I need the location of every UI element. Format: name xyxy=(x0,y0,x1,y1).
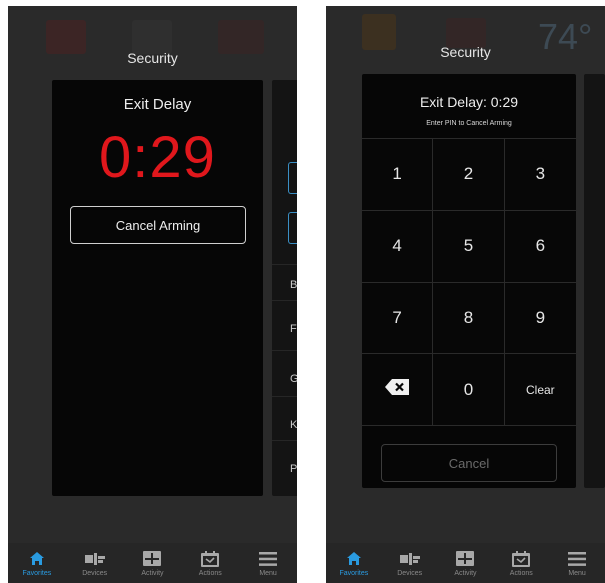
nav-activity-label: Activity xyxy=(141,569,164,577)
screen-title: Security xyxy=(127,50,178,66)
background-tile xyxy=(218,20,264,54)
keypad-key-6[interactable]: 6 xyxy=(504,210,576,283)
nav-menu-label: Menu xyxy=(259,569,277,577)
nav-activity-label: Activity xyxy=(454,569,477,577)
bottom-nav: Favorites Devices Activity Actions Menu xyxy=(8,543,297,583)
nav-devices[interactable]: Devices xyxy=(69,550,121,577)
keypad-key-7[interactable]: 7 xyxy=(362,282,434,355)
keypad-key-4[interactable]: 4 xyxy=(362,210,434,283)
keypad-key-2[interactable]: 2 xyxy=(433,139,505,211)
side-panel-input[interactable] xyxy=(288,212,297,244)
activity-icon xyxy=(143,550,162,568)
pin-panel-subtitle: Enter PIN to Cancel Arming xyxy=(426,120,512,127)
nav-actions-label: Actions xyxy=(198,569,222,577)
nav-actions[interactable]: Actions xyxy=(495,550,547,577)
side-panel-input[interactable] xyxy=(288,162,297,194)
side-panel-row-label: F xyxy=(290,323,297,335)
actions-icon xyxy=(201,550,220,568)
exit-delay-panel: Exit Delay 0:29 Cancel Arming xyxy=(52,80,263,496)
side-panel-row[interactable]: F xyxy=(272,300,297,336)
cancel-button[interactable]: Cancel xyxy=(381,444,557,482)
side-panel-row[interactable]: P xyxy=(272,440,297,476)
home-icon xyxy=(346,550,362,568)
side-panel-row-label: P xyxy=(290,463,297,475)
backspace-icon xyxy=(385,379,410,400)
nav-favorites-label: Favorites xyxy=(22,569,52,577)
side-panel-row-label: B xyxy=(290,279,297,291)
phone-screen-left: Security Exit Delay 0:29 Cancel Arming B… xyxy=(8,6,297,583)
actions-icon xyxy=(512,550,531,568)
cancel-arming-button[interactable]: Cancel Arming xyxy=(70,206,246,244)
background-security-tile xyxy=(46,20,86,54)
side-panel xyxy=(584,74,605,488)
keypad: 1 2 3 4 5 6 7 8 9 0 Clear xyxy=(362,138,576,426)
keypad-key-5[interactable]: 5 xyxy=(433,210,505,283)
screen-title: Security xyxy=(440,44,491,60)
keypad-key-0[interactable]: 0 xyxy=(433,354,505,426)
nav-menu[interactable]: Menu xyxy=(551,550,603,577)
side-panel-row-label: G xyxy=(290,373,297,385)
countdown-timer: 0:29 xyxy=(99,125,216,190)
nav-devices[interactable]: Devices xyxy=(384,550,436,577)
keypad-backspace-button[interactable] xyxy=(362,354,434,426)
keypad-key-8[interactable]: 8 xyxy=(433,282,505,355)
devices-icon xyxy=(399,550,421,568)
nav-devices-label: Devices xyxy=(397,569,423,577)
side-panel-row[interactable]: G xyxy=(272,350,297,386)
menu-icon xyxy=(259,550,278,568)
devices-icon xyxy=(84,550,106,568)
pin-panel-title: Exit Delay: 0:29 xyxy=(419,94,519,110)
nav-activity[interactable]: Activity xyxy=(439,550,491,577)
menu-icon xyxy=(568,550,587,568)
nav-favorites[interactable]: Favorites xyxy=(11,550,63,577)
side-panel-row-label: K xyxy=(290,419,297,431)
nav-actions[interactable]: Actions xyxy=(184,550,236,577)
background-tile xyxy=(132,20,172,54)
activity-icon xyxy=(456,550,475,568)
nav-menu[interactable]: Menu xyxy=(242,550,294,577)
keypad-key-9[interactable]: 9 xyxy=(504,282,576,355)
nav-actions-label: Actions xyxy=(509,569,533,577)
nav-favorites[interactable]: Favorites xyxy=(328,550,380,577)
side-panel-row[interactable]: K xyxy=(272,396,297,432)
phone-screen-right: 74° Security Exit Delay: 0:29 Enter PIN … xyxy=(326,6,605,583)
nav-favorites-label: Favorites xyxy=(339,569,369,577)
keypad-key-1[interactable]: 1 xyxy=(362,139,434,211)
side-panel: B F G K P xyxy=(272,80,297,496)
exit-delay-title: Exit Delay xyxy=(123,96,192,113)
home-icon xyxy=(29,550,45,568)
nav-activity[interactable]: Activity xyxy=(126,550,178,577)
keypad-clear-button[interactable]: Clear xyxy=(504,354,576,426)
side-panel-row[interactable]: B xyxy=(272,264,297,300)
pin-entry-panel: Exit Delay: 0:29 Enter PIN to Cancel Arm… xyxy=(362,74,576,488)
nav-menu-label: Menu xyxy=(568,569,586,577)
keypad-key-3[interactable]: 3 xyxy=(504,139,576,211)
nav-devices-label: Devices xyxy=(82,569,108,577)
bottom-nav: Favorites Devices Activity Actions Menu xyxy=(326,543,605,583)
